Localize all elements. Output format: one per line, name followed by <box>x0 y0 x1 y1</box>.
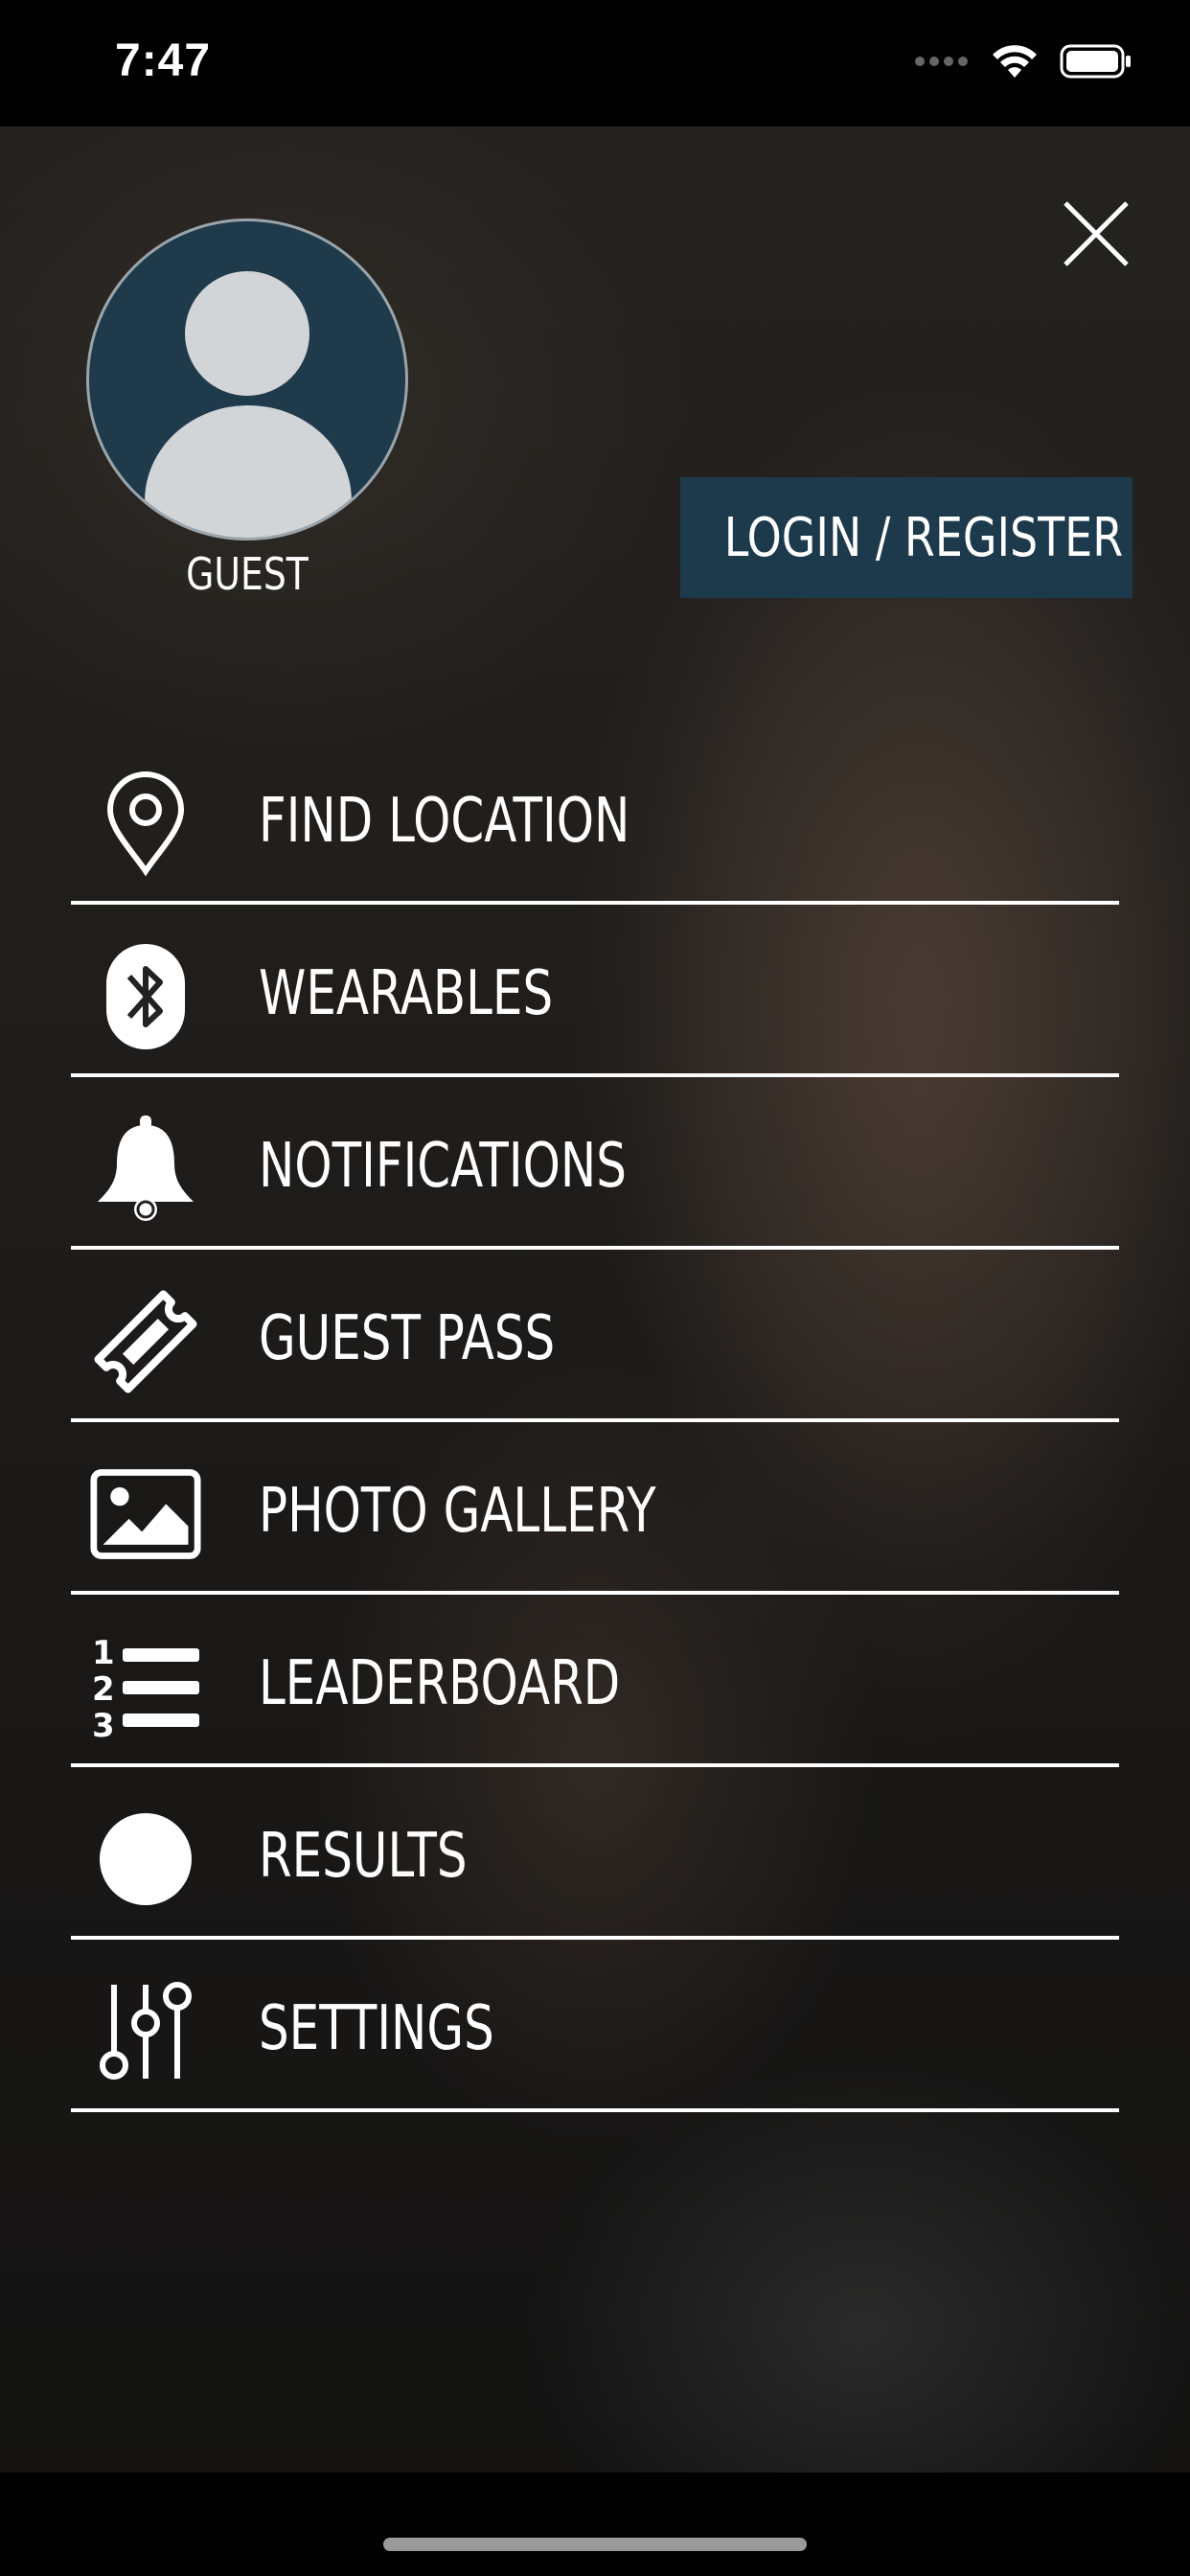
wifi-icon <box>993 45 1037 78</box>
side-drawer: GUEST LOGIN / REGISTER FIND LOCATION WEA… <box>0 126 1190 2472</box>
bell-icon <box>90 1114 201 1225</box>
status-bar: 7:47 <box>0 0 1190 126</box>
menu-item-settings[interactable]: SETTINGS <box>71 1940 1119 2112</box>
login-register-label: LOGIN / REGISTER <box>723 506 1124 569</box>
menu-item-photo-gallery[interactable]: PHOTO GALLERY <box>71 1422 1119 1595</box>
menu-label: WEARABLES <box>259 958 554 1029</box>
avatar-body <box>145 405 352 538</box>
menu-label: RESULTS <box>259 1821 468 1892</box>
avatar-head <box>185 271 309 396</box>
signal-dots-icon <box>915 57 968 66</box>
svg-text:2: 2 <box>92 1670 115 1709</box>
menu-label: SETTINGS <box>259 1993 494 2064</box>
svg-text:3: 3 <box>92 1707 115 1742</box>
menu-label: LEADERBOARD <box>259 1648 621 1719</box>
svg-text:1: 1 <box>92 1634 115 1672</box>
menu-label: FIND LOCATION <box>259 786 630 857</box>
circle-icon <box>90 1804 201 1915</box>
menu-item-results[interactable]: RESULTS <box>71 1767 1119 1940</box>
login-register-button[interactable]: LOGIN / REGISTER <box>680 477 1133 598</box>
menu-item-wearables[interactable]: WEARABLES <box>71 905 1119 1077</box>
bluetooth-icon <box>90 941 201 1052</box>
menu-item-notifications[interactable]: NOTIFICATIONS <box>71 1077 1119 1250</box>
status-time: 7:47 <box>115 35 212 86</box>
sliders-icon <box>90 1976 201 2087</box>
menu-item-find-location[interactable]: FIND LOCATION <box>71 732 1119 905</box>
map-pin-icon <box>90 769 201 880</box>
menu-item-guest-pass[interactable]: GUEST PASS <box>71 1250 1119 1422</box>
ticket-icon <box>90 1286 201 1397</box>
user-avatar-icon[interactable] <box>86 218 408 540</box>
home-indicator[interactable] <box>383 2538 807 2551</box>
menu-label: NOTIFICATIONS <box>259 1131 627 1202</box>
menu-label: GUEST PASS <box>259 1303 556 1374</box>
drawer-menu: FIND LOCATION WEARABLES NOTIFICATIONS GU… <box>71 732 1119 2112</box>
menu-item-leaderboard[interactable]: 1 2 3 LEADERBOARD <box>71 1595 1119 1767</box>
menu-label: PHOTO GALLERY <box>259 1476 656 1547</box>
image-icon <box>90 1459 201 1570</box>
home-bar-area <box>0 2472 1190 2576</box>
status-icons <box>914 42 1133 80</box>
numbered-list-icon: 1 2 3 <box>90 1631 201 1742</box>
profile-name: GUEST <box>186 548 309 600</box>
battery-icon <box>1060 44 1131 79</box>
close-icon[interactable] <box>1058 196 1134 272</box>
